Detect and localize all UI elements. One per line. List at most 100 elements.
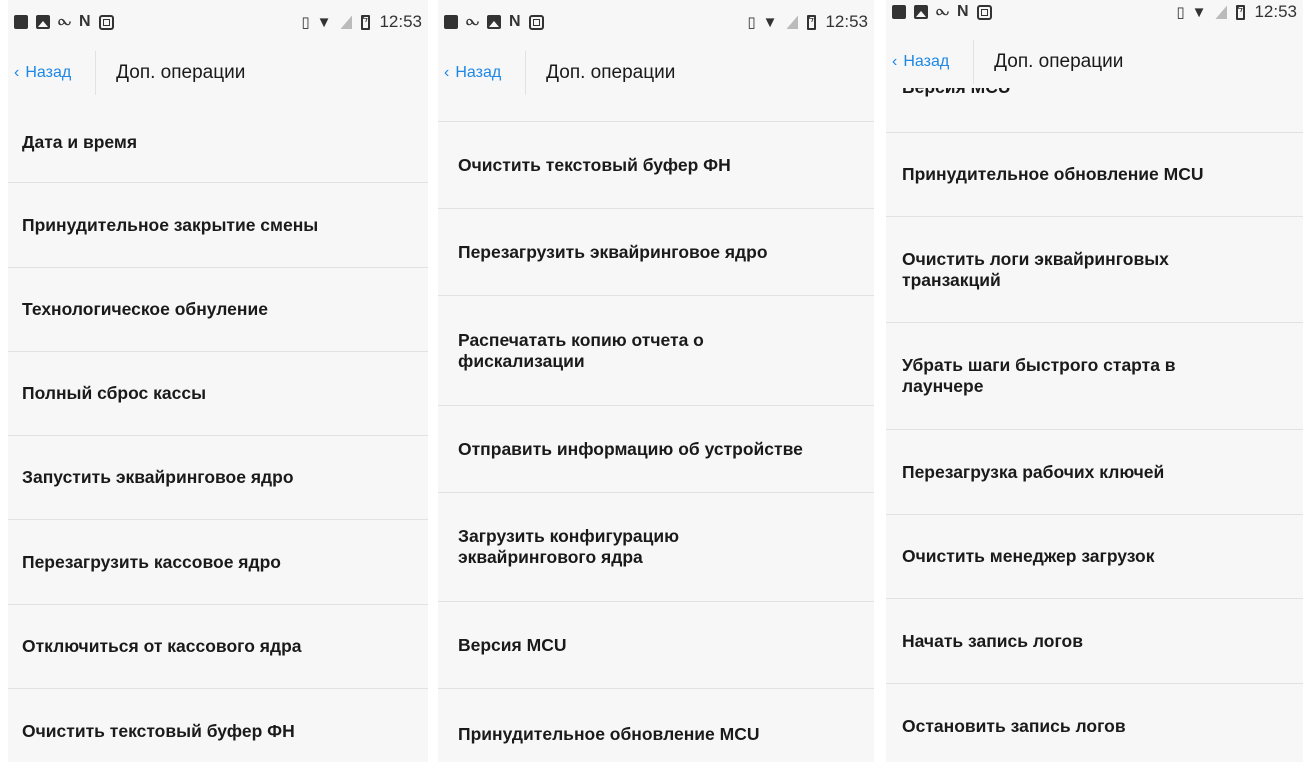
list-item[interactable]: Полный сброс кассы — [8, 352, 428, 436]
app-header: ‹ Назад Доп. операции — [886, 36, 1303, 88]
list-item-label: Очистить логи эквайринговых транзакций — [902, 248, 1169, 290]
list-item[interactable]: Очистить менеджер загрузок — [886, 515, 1303, 599]
notification-square-icon — [892, 5, 906, 19]
nfc-icon: N — [957, 3, 969, 20]
list-item-label: Загрузить конфигурацию эквайрингового яд… — [458, 526, 680, 567]
list-item-label: Версия MCU — [458, 634, 567, 655]
status-bar: ⧜ N ▯ ▼ 12:53 — [8, 0, 428, 44]
no-signal-icon — [1215, 5, 1228, 19]
nfc-icon: N — [509, 13, 521, 30]
vibrate-icon: ▯ — [1176, 4, 1184, 21]
battery-charging-icon — [1236, 4, 1246, 20]
screenshot-icon — [528, 14, 544, 30]
screen-1: ⧜ N ▯ ▼ 12:53 ‹ Назад Доп. операции Дата… — [8, 0, 428, 762]
page-title: Доп. операции — [994, 51, 1124, 72]
list-item[interactable]: Очистить текстовый буфер ФН — [438, 122, 874, 209]
list-item-label: Технологическое обнуление — [22, 299, 268, 319]
list-item[interactable]: Принудительное обновление MCU — [886, 133, 1303, 217]
list-item-label: Очистить менеджер загрузок — [902, 546, 1155, 566]
list-item[interactable]: Остановить запись логов — [886, 684, 1303, 762]
wifi-icon: ▼ — [316, 13, 332, 31]
page-title: Доп. операции — [116, 62, 246, 83]
list-item[interactable]: Версия MCU — [438, 602, 874, 689]
list-item[interactable]: Перезагрузка рабочих ключей — [886, 430, 1303, 515]
list-item-partial — [438, 102, 874, 122]
screen-3: Версия MCU Принудительное обновление MCU… — [886, 0, 1303, 762]
back-button[interactable]: ‹ Назад — [886, 53, 949, 71]
screenshot-icon — [976, 4, 992, 20]
list-item-label: Очистить текстовый буфер ФН — [22, 720, 295, 741]
clock: 12:53 — [825, 12, 868, 31]
vibrate-icon: ▯ — [301, 14, 309, 31]
notification-square-icon — [444, 15, 458, 29]
image-icon — [487, 15, 502, 29]
vibrate-icon: ▯ — [747, 14, 755, 31]
list-item[interactable]: Принудительное закрытие смены — [8, 183, 428, 268]
list-item-label: Перезагрузить эквайринговое ядро — [458, 241, 768, 262]
link-off-icon: ⧜ — [58, 13, 72, 30]
screen-2: ⧜ N ▯ ▼ 12:53 ‹ Назад Доп. операции Очис… — [438, 0, 874, 762]
list-item-label: Запустить эквайринговое ядро — [22, 467, 294, 487]
no-signal-icon — [786, 15, 799, 29]
list-item-label: Версия MCU — [902, 88, 1010, 98]
clock: 12:53 — [1254, 2, 1297, 21]
list-item[interactable]: Принудительное обновление MCU — [438, 689, 874, 762]
list-item[interactable]: Запустить эквайринговое ядро — [8, 436, 428, 520]
list-item-label: Дата и время — [22, 131, 138, 152]
battery-charging-icon — [361, 14, 371, 30]
list-item[interactable]: Отправить информацию об устройстве — [438, 406, 874, 493]
chevron-left-icon: ‹ — [444, 64, 450, 81]
link-off-icon: ⧜ — [936, 3, 950, 20]
list-item[interactable]: Версия MCU — [886, 88, 1303, 133]
status-bar: ⧜ N ▯ ▼ 12:53 — [438, 0, 874, 44]
page-title: Доп. операции — [546, 62, 676, 83]
list-item[interactable]: Технологическое обнуление — [8, 268, 428, 352]
list-item-label: Отключиться от кассового ядра — [22, 636, 302, 656]
list-item-label: Начать запись логов — [902, 630, 1083, 651]
image-icon — [36, 15, 50, 29]
no-signal-icon — [340, 15, 353, 29]
wifi-icon: ▼ — [762, 13, 778, 31]
list-item[interactable]: Дата и время — [8, 102, 428, 183]
notification-square-icon — [14, 15, 28, 29]
header-divider — [973, 40, 975, 84]
image-icon — [914, 5, 928, 19]
list-item-label: Принудительное обновление MCU — [458, 723, 760, 744]
list-item-label: Очистить текстовый буфер ФН — [458, 154, 731, 175]
wifi-icon: ▼ — [1191, 3, 1207, 21]
list-item[interactable]: Перезагрузить эквайринговое ядро — [438, 209, 874, 296]
screenshot-icon — [98, 14, 114, 30]
list-item-label: Принудительное обновление MCU — [902, 164, 1204, 184]
battery-charging-icon — [807, 14, 817, 30]
back-label: Назад — [903, 53, 950, 70]
list-item-label: Полный сброс кассы — [22, 383, 207, 403]
status-bar: ⧜ N ▯ ▼ 12:53 — [886, 0, 1303, 34]
list-item-label: Остановить запись логов — [902, 716, 1126, 736]
list-item-label: Перезагрузка рабочих ключей — [902, 461, 1165, 482]
back-button[interactable]: ‹ Назад — [438, 64, 501, 82]
list-item-label: Перезагрузить кассовое ядро — [22, 551, 281, 572]
app-header: ‹ Назад Доп. операции — [8, 44, 428, 102]
header-divider — [525, 51, 527, 95]
back-label: Назад — [455, 64, 502, 81]
list-item[interactable]: Убрать шаги быстрого старта в лаунчере — [886, 323, 1303, 430]
back-label: Назад — [25, 64, 72, 81]
list-item[interactable]: Распечатать копию отчета о фискализации — [438, 296, 874, 406]
list-item[interactable]: Загрузить конфигурацию эквайрингового яд… — [438, 493, 874, 602]
link-off-icon: ⧜ — [466, 13, 480, 30]
app-header: ‹ Назад Доп. операции — [438, 44, 874, 102]
clock: 12:53 — [379, 12, 422, 31]
chevron-left-icon: ‹ — [14, 64, 20, 81]
list-item-label: Принудительное закрытие смены — [22, 214, 319, 235]
nfc-icon: N — [79, 13, 91, 30]
list-item[interactable]: Очистить текстовый буфер ФН — [8, 689, 428, 762]
list-item[interactable]: Очистить логи эквайринговых транзакций — [886, 217, 1303, 323]
list-item-label: Распечатать копию отчета о фискализации — [458, 329, 704, 371]
list-item-label: Отправить информацию об устройстве — [458, 438, 803, 459]
list-item-label: Убрать шаги быстрого старта в лаунчере — [902, 355, 1176, 396]
chevron-left-icon: ‹ — [892, 53, 898, 70]
list-item[interactable]: Отключиться от кассового ядра — [8, 605, 428, 689]
list-item[interactable]: Перезагрузить кассовое ядро — [8, 520, 428, 605]
list-item[interactable]: Начать запись логов — [886, 599, 1303, 684]
back-button[interactable]: ‹ Назад — [8, 64, 71, 82]
